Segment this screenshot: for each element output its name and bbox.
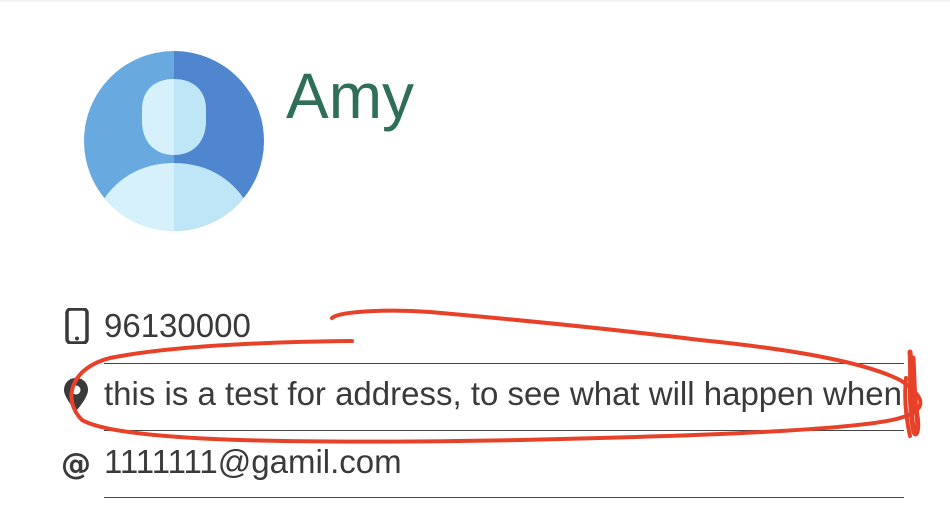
email-underline [104,497,904,498]
at-sign-icon: @ [62,447,90,480]
top-divider [0,0,950,2]
contact-name: Amy [286,60,414,132]
address-underline [104,430,904,431]
phone-field[interactable]: 96130000 [104,306,251,346]
email-field[interactable]: 1111111@gamil.com [104,442,402,482]
contact-detail-page: Amy 96130000 this is a test for address,… [0,0,950,526]
map-pin-icon [64,378,88,411]
mobile-phone-icon [65,308,89,344]
address-field[interactable]: this is a test for address, to see what … [104,374,902,414]
user-avatar-icon [84,51,264,231]
phone-underline [104,363,904,364]
svg-text:@: @ [62,447,90,480]
